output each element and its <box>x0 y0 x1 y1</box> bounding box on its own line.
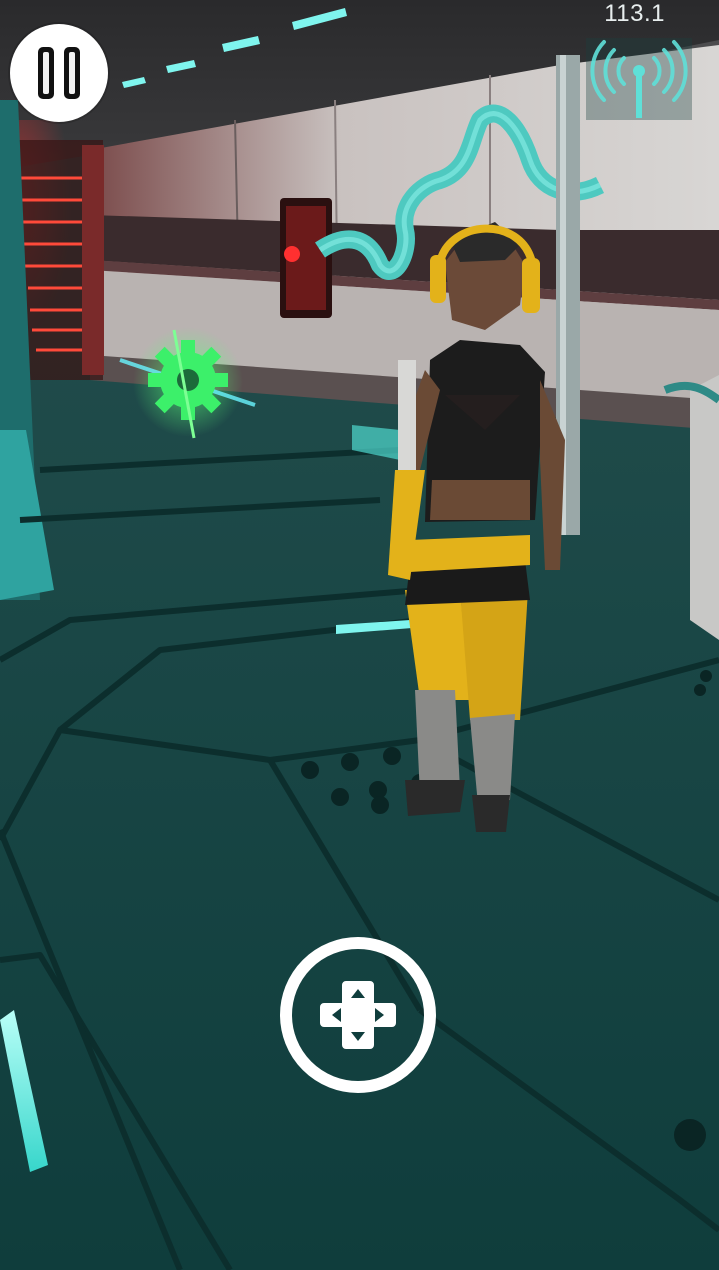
signal-tower-icon <box>586 38 692 120</box>
dpad-move-icon <box>320 981 396 1049</box>
fps-counter: 113.1 <box>604 0 665 27</box>
pause-icon <box>38 47 80 99</box>
pause-button[interactable] <box>10 24 108 122</box>
movement-dpad-button[interactable] <box>280 937 436 1093</box>
